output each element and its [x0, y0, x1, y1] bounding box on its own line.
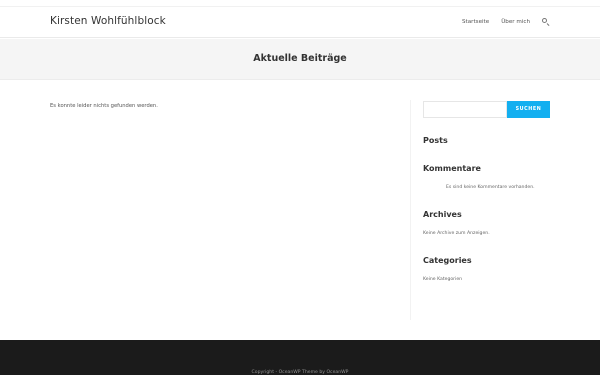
- site-title-link[interactable]: Kirsten Wohlfühlblock: [50, 15, 166, 27]
- top-bar: [0, 0, 600, 7]
- nav-item-ueber-mich[interactable]: Über mich: [501, 19, 530, 25]
- widget-title-comments: Kommentare: [423, 164, 481, 173]
- widget-title-posts: Posts: [423, 136, 448, 145]
- sidebar-search-input[interactable]: [423, 101, 507, 118]
- footer-copyright: Copyright - OceanWP Theme by OceanWP: [251, 370, 349, 375]
- page-title: Aktuelle Beiträge: [253, 53, 347, 64]
- widget-title-archives: Archives: [423, 210, 462, 219]
- page-header: Aktuelle Beiträge: [0, 39, 600, 80]
- main-nav: Startseite Über mich: [450, 18, 550, 26]
- nav-item-startseite[interactable]: Startseite: [462, 19, 489, 25]
- archives-empty-text: Keine Archive zum Anzeigen.: [423, 231, 490, 236]
- comments-empty-text: Es sind keine Kommentare vorhanden.: [446, 185, 535, 190]
- sidebar-search-button[interactable]: SUCHEN: [507, 101, 550, 118]
- categories-empty-text: Keine Kategorien: [423, 277, 463, 282]
- sidebar-divider: [410, 100, 411, 320]
- site-header: Kirsten Wohlfühlblock Startseite Über mi…: [0, 7, 600, 38]
- site-footer: Copyright - OceanWP Theme by OceanWP: [0, 340, 600, 375]
- search-icon[interactable]: [542, 18, 550, 26]
- no-results-message: Es konnte leider nichts gefunden werden.: [50, 103, 158, 109]
- widget-title-categories: Categories: [423, 256, 472, 265]
